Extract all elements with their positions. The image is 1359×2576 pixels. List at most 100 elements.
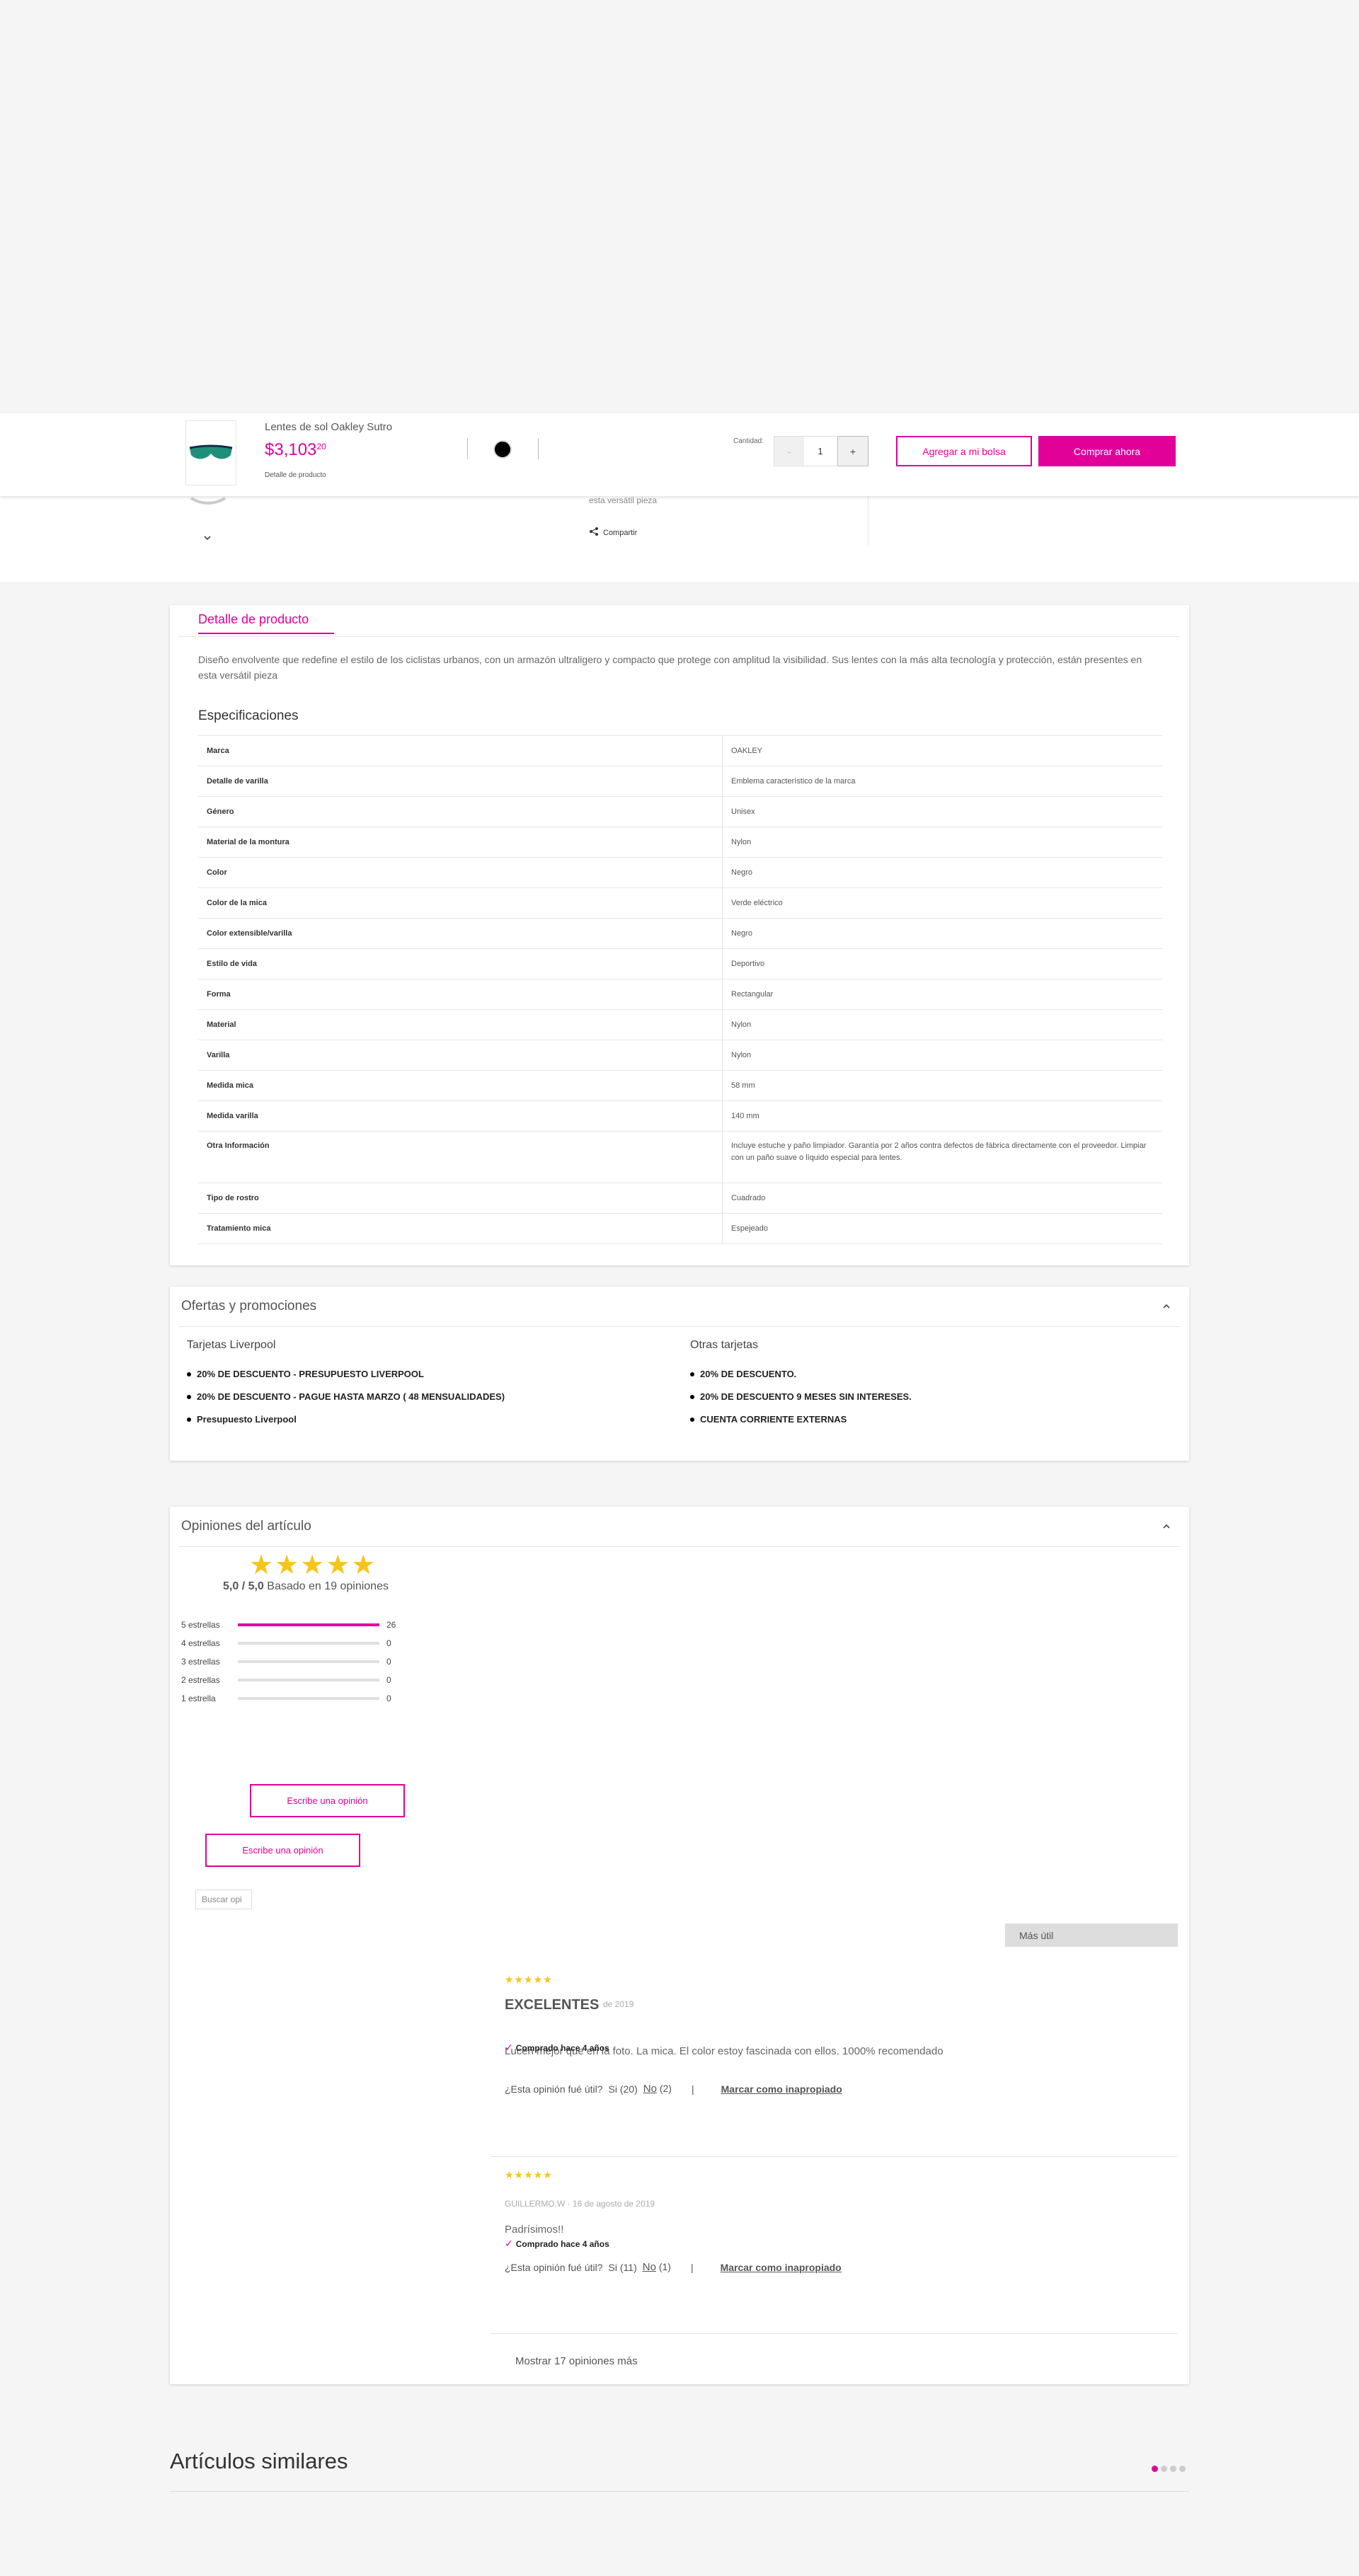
product-price: $3,10320	[265, 440, 326, 459]
product-name: Lentes de sol Oakley Sutro	[265, 421, 393, 433]
rating-count: Basado en 19 opiniones	[267, 1580, 389, 1592]
divider	[170, 2491, 1189, 2492]
product-description: Diseño envolvente que redefine el estilo…	[198, 654, 1142, 681]
rating-bar-row: 4 estrellas 0	[181, 1638, 391, 1648]
review-purchased: ✓ Comprado hace 4 años	[505, 2042, 609, 2053]
rating-bar-row: 2 estrellas 0	[181, 1675, 391, 1685]
report-review-link[interactable]: Marcar como inapropiado	[721, 2083, 842, 2095]
review-body: Padrísimos!!	[505, 2224, 564, 2236]
sort-select[interactable]: Más útil	[1005, 1924, 1178, 1947]
spec-key: Color	[198, 857, 723, 888]
product-thumbnail[interactable]	[185, 420, 236, 485]
offers-card: Ofertas y promociones Tarjetas Liverpool…	[170, 1287, 1189, 1461]
description-fragment: esta versátil pieza	[589, 495, 658, 505]
offer-item: 20% DE DESCUENTO - PAGUE HASTA MARZO ( 4…	[187, 1391, 505, 1402]
carousel-dot[interactable]	[1161, 2466, 1167, 2472]
spec-key: Tratamiento mica	[198, 1213, 723, 1244]
spec-row: Material de la montura Nylon	[198, 827, 1162, 858]
review-meta: GUILLERMO.W · 16 de agosto de 2019	[505, 2199, 655, 2209]
review-helpful: ¿Esta opinión fué útil? Si (20) No (2) |…	[505, 2083, 842, 2095]
carousel-dot[interactable]	[1170, 2466, 1176, 2472]
tab-product-detail[interactable]: Detalle de producto	[198, 612, 334, 634]
write-review-button[interactable]: Escribe una opinión	[250, 1784, 405, 1817]
rating-summary: 5,0 / 5,0 Basado en 19 opiniones	[223, 1580, 389, 1593]
spec-row: Tipo de rostro Cuadrado	[198, 1183, 1162, 1214]
spec-value: Unisex	[722, 796, 1162, 827]
spec-key: Estilo de vida	[198, 948, 723, 979]
thumbnail-partial[interactable]	[190, 495, 226, 512]
check-icon: ✓	[505, 2042, 513, 2053]
divider	[538, 438, 539, 459]
spec-row: Color Negro	[198, 857, 1162, 888]
share-button[interactable]: Compartir	[589, 527, 637, 539]
spec-row: Tratamiento mica Espejeado	[198, 1213, 1162, 1244]
offer-item: 20% DE DESCUENTO.	[690, 1369, 796, 1379]
helpful-no-button[interactable]: No (1)	[643, 2261, 671, 2273]
product-summary-band: esta versátil pieza Compartir	[0, 495, 1359, 582]
spec-value: Emblema característico de la marca	[722, 766, 1162, 797]
spec-row: Otra Información Incluye estuche y paño l…	[198, 1131, 1162, 1183]
quantity-increase-button[interactable]: +	[837, 436, 868, 466]
carousel-dots	[1152, 2466, 1186, 2472]
review-meta: de 2019	[603, 1999, 634, 2009]
offer-item: CUENTA CORRIENTE EXTERNAS	[690, 1414, 847, 1425]
spec-value: Deportivo	[722, 948, 1162, 979]
spec-key: Material de la montura	[198, 827, 723, 858]
write-review-button[interactable]: Escribe una opinión	[205, 1834, 360, 1867]
spec-key: Marca	[198, 735, 723, 766]
spec-key: Tipo de rostro	[198, 1183, 723, 1214]
review-stars: ★★★★★	[505, 1974, 553, 1985]
spec-value: OAKLEY	[722, 735, 1162, 766]
spec-value: Negro	[722, 918, 1162, 949]
helpful-yes-button[interactable]: Si (20)	[609, 2083, 638, 2095]
helpful-yes-button[interactable]: Si (11)	[609, 2262, 637, 2273]
spec-value: Verde eléctrico	[722, 887, 1162, 919]
add-to-bag-button[interactable]: Agregar a mi bolsa	[896, 436, 1032, 466]
spec-value: Espejeado	[722, 1213, 1162, 1244]
spec-key: Género	[198, 796, 723, 827]
spec-row: Medida mica 58 mm	[198, 1070, 1162, 1101]
report-review-link[interactable]: Marcar como inapropiado	[721, 2262, 842, 2273]
offers-title: Ofertas y promociones	[181, 1299, 317, 1313]
check-icon: ✓	[505, 2238, 513, 2249]
reviews-title: Opiniones del artículo	[181, 1519, 311, 1534]
divider	[178, 1326, 1181, 1327]
spec-key: Varilla	[198, 1040, 723, 1071]
spec-value: Rectangular	[722, 979, 1162, 1010]
spec-key: Medida varilla	[198, 1100, 723, 1132]
spec-row: Material Nylon	[198, 1009, 1162, 1040]
carousel-dot[interactable]	[1179, 2466, 1186, 2472]
tab-underline	[178, 636, 1181, 637]
helpful-no-button[interactable]: No (2)	[643, 2083, 672, 2095]
quantity-decrease-button[interactable]: -	[774, 436, 805, 466]
spec-value: Negro	[722, 857, 1162, 888]
review-purchased: ✓ Comprado hace 4 años	[505, 2238, 609, 2249]
rating-stars: ★★★★★	[249, 1551, 377, 1580]
chevron-up-icon[interactable]	[1161, 1521, 1172, 1532]
carousel-dot[interactable]	[1152, 2466, 1158, 2472]
spec-row: Estilo de vida Deportivo	[198, 948, 1162, 979]
spec-row: Medida varilla 140 mm	[198, 1100, 1162, 1132]
rating-bar-row: 1 estrella 0	[181, 1694, 391, 1703]
specs-table: Marca OAKLEY Detalle de varilla Emblema car…	[198, 735, 1162, 1244]
sunglasses-icon	[189, 444, 233, 459]
quantity-input[interactable]: 1	[804, 436, 837, 466]
thumbnails-down-icon[interactable]	[202, 532, 213, 544]
divider	[467, 438, 468, 459]
offer-item: Presupuesto Liverpool	[187, 1414, 297, 1425]
review-title: EXCELENTES	[505, 1997, 600, 2013]
show-more-reviews-button[interactable]: Mostrar 17 opiniones más	[515, 2355, 638, 2367]
review-search-input[interactable]: Buscar opi	[195, 1890, 252, 1909]
rating-bar-fill	[238, 1623, 379, 1626]
color-swatch-black[interactable]	[493, 440, 512, 459]
spec-value: Nylon	[722, 827, 1162, 858]
review-separator	[491, 2156, 1177, 2157]
spec-key: Detalle de varilla	[198, 766, 723, 797]
spec-key: Material	[198, 1009, 723, 1040]
chevron-up-icon[interactable]	[1161, 1301, 1172, 1312]
buy-now-button[interactable]: Comprar ahora	[1038, 436, 1176, 466]
spec-row: Varilla Nylon	[198, 1040, 1162, 1071]
divider	[178, 1546, 1181, 1547]
product-detail-link[interactable]: Detalle de producto	[265, 471, 326, 479]
spec-row: Color extensible/varilla Negro	[198, 918, 1162, 949]
